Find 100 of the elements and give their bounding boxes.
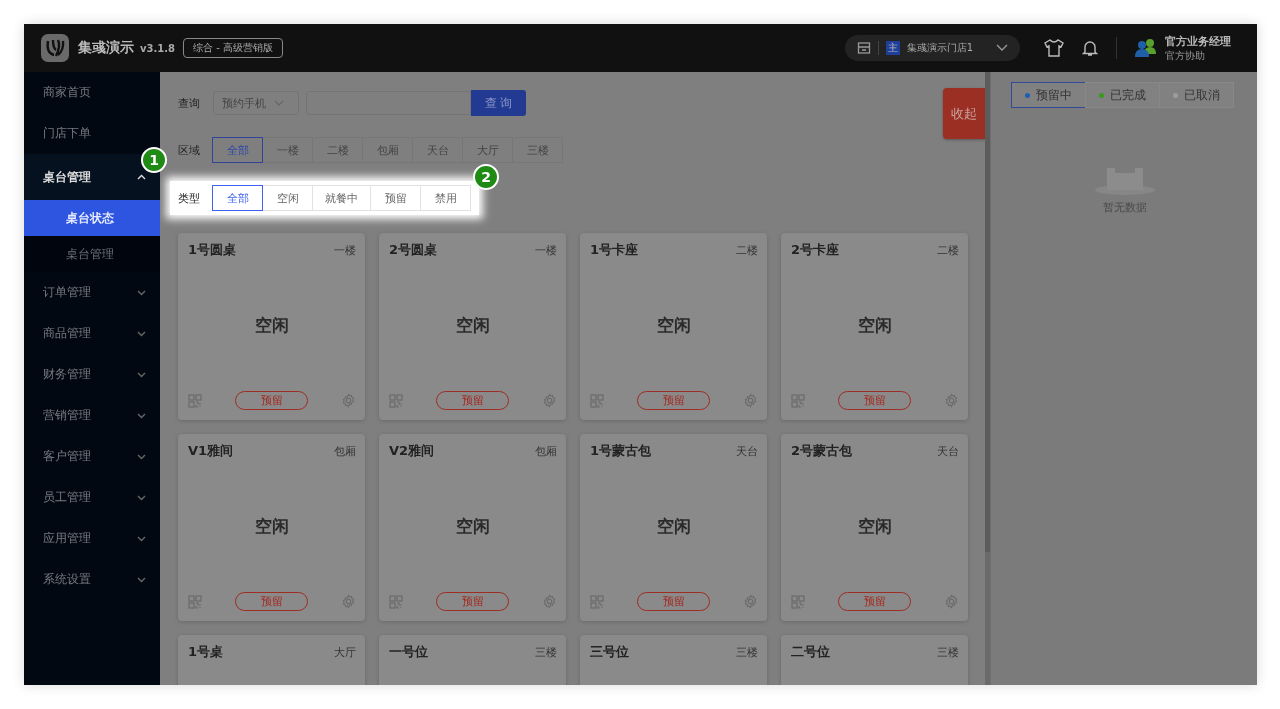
- chevron-down-icon: [137, 494, 146, 501]
- table-name: 一号位: [389, 643, 428, 661]
- collapse-button[interactable]: 收起: [943, 88, 985, 139]
- shirt-icon[interactable]: [1044, 39, 1064, 57]
- chevron-down-icon: [137, 576, 146, 583]
- status-tab[interactable]: 已完成: [1085, 82, 1160, 108]
- filter-option[interactable]: 空闲: [262, 185, 313, 211]
- chevron-down-icon: [137, 453, 146, 460]
- table-name: 2号蒙古包: [791, 442, 853, 460]
- sidebar-item[interactable]: 营销管理: [24, 395, 160, 436]
- chevron-down-icon: [137, 371, 146, 378]
- chevron-down-icon: [137, 412, 146, 419]
- table-name: 2号卡座: [791, 241, 840, 259]
- settings-icon[interactable]: [743, 393, 758, 408]
- filter-label: 区域: [178, 142, 201, 158]
- table-card[interactable]: 2号蒙古包 天台 空闲 预留: [781, 434, 968, 621]
- sidebar-item[interactable]: 商品管理: [24, 313, 160, 354]
- table-area: 天台: [736, 443, 758, 459]
- sidebar-item[interactable]: 财务管理: [24, 354, 160, 395]
- table-area: 大厅: [334, 644, 356, 660]
- sidebar-item[interactable]: 员工管理: [24, 477, 160, 518]
- table-card[interactable]: V1雅间 包厢 空闲 预留: [178, 434, 365, 621]
- qr-code-icon[interactable]: [590, 393, 604, 408]
- sidebar-item[interactable]: 客户管理: [24, 436, 160, 477]
- chevron-down-icon: [996, 44, 1008, 52]
- sidebar-item[interactable]: 系统设置: [24, 559, 160, 600]
- qr-code-icon[interactable]: [188, 393, 202, 408]
- table-area: 包厢: [334, 443, 356, 459]
- filter-option[interactable]: 禁用: [420, 185, 471, 211]
- sidebar-subitem[interactable]: 桌台管理: [24, 236, 160, 272]
- qr-code-icon[interactable]: [590, 594, 604, 609]
- settings-icon[interactable]: [944, 393, 959, 408]
- table-area: 二楼: [937, 242, 959, 258]
- table-name: 三号位: [590, 643, 629, 661]
- filter-option[interactable]: 全部: [212, 185, 263, 211]
- table-status: 空闲: [656, 514, 692, 538]
- status-tab[interactable]: 已取消: [1159, 82, 1234, 108]
- table-card[interactable]: V2雅间 包厢 空闲 预留: [379, 434, 566, 621]
- step-marker: 1: [141, 147, 167, 173]
- table-status: 空闲: [455, 313, 491, 337]
- settings-icon[interactable]: [341, 594, 356, 609]
- table-name: V2雅间: [389, 442, 435, 460]
- sidebar-item[interactable]: 商家首页: [24, 72, 160, 113]
- table-card[interactable]: 1号蒙古包 天台 空闲 预留: [580, 434, 767, 621]
- settings-icon[interactable]: [542, 594, 557, 609]
- table-status: 空闲: [857, 514, 893, 538]
- user-name: 官方业务经理: [1165, 33, 1231, 49]
- scrollbar[interactable]: [985, 72, 990, 685]
- table-status: 空闲: [254, 514, 290, 538]
- chevron-down-icon: [137, 289, 146, 296]
- step-marker: 2: [473, 164, 499, 190]
- qr-code-icon[interactable]: [389, 393, 403, 408]
- sidebar-item[interactable]: 应用管理: [24, 518, 160, 559]
- search-button[interactable]: 查 询: [471, 90, 526, 116]
- settings-icon[interactable]: [341, 393, 356, 408]
- chevron-up-icon: [137, 174, 146, 180]
- table-status: 空闲: [254, 313, 290, 337]
- settings-icon[interactable]: [944, 594, 959, 609]
- table-card[interactable]: 1号卡座 二楼 空闲 预留: [580, 233, 767, 420]
- table-name: 1号桌: [188, 643, 224, 661]
- table-area: 二楼: [736, 242, 758, 258]
- table-name: 1号圆桌: [188, 241, 237, 259]
- table-status: 空闲: [656, 313, 692, 337]
- table-name: V1雅间: [188, 442, 234, 460]
- search-field[interactable]: [306, 91, 471, 115]
- qr-code-icon[interactable]: [791, 594, 805, 609]
- logo-icon: [40, 33, 70, 63]
- table-card[interactable]: 2号卡座 二楼 空闲 预留: [781, 233, 968, 420]
- table-status: 空闲: [857, 313, 893, 337]
- user-role: 官方协助: [1165, 48, 1206, 63]
- sidebar-subitem[interactable]: 桌台状态: [24, 200, 160, 236]
- bell-icon[interactable]: [1082, 39, 1098, 57]
- users-icon: [1135, 38, 1157, 58]
- table-name: 1号卡座: [590, 241, 639, 259]
- sidebar-item[interactable]: 订单管理: [24, 272, 160, 313]
- app-name: 集彧演示: [78, 39, 134, 57]
- filter-label: 类型: [178, 190, 201, 206]
- table-name: 二号位: [791, 643, 830, 661]
- qr-code-icon[interactable]: [791, 393, 805, 408]
- chevron-down-icon: [137, 535, 146, 542]
- table-name: 1号蒙古包: [590, 442, 652, 460]
- table-area: 天台: [937, 443, 959, 459]
- chevron-down-icon: [137, 330, 146, 337]
- filter-option[interactable]: 就餐中: [312, 185, 371, 211]
- table-status: 空闲: [455, 514, 491, 538]
- qr-code-icon[interactable]: [389, 594, 403, 609]
- filter-option[interactable]: 大厅: [462, 137, 513, 163]
- filter-option[interactable]: 预留: [370, 185, 421, 211]
- store-badge: 主: [885, 41, 900, 55]
- chevron-down-icon: [274, 100, 284, 106]
- store-icon: [856, 41, 871, 55]
- table-card[interactable]: 1号桌 大厅: [178, 635, 365, 685]
- store-selector[interactable]: 主 集彧演示门店1: [844, 35, 1020, 61]
- status-tab[interactable]: 预留中: [1011, 82, 1086, 108]
- version-label: v3.1.8: [140, 42, 175, 54]
- settings-icon[interactable]: [743, 594, 758, 609]
- settings-icon[interactable]: [542, 393, 557, 408]
- table-name: 2号圆桌: [389, 241, 438, 259]
- qr-code-icon[interactable]: [188, 594, 202, 609]
- table-area: 包厢: [535, 443, 557, 459]
